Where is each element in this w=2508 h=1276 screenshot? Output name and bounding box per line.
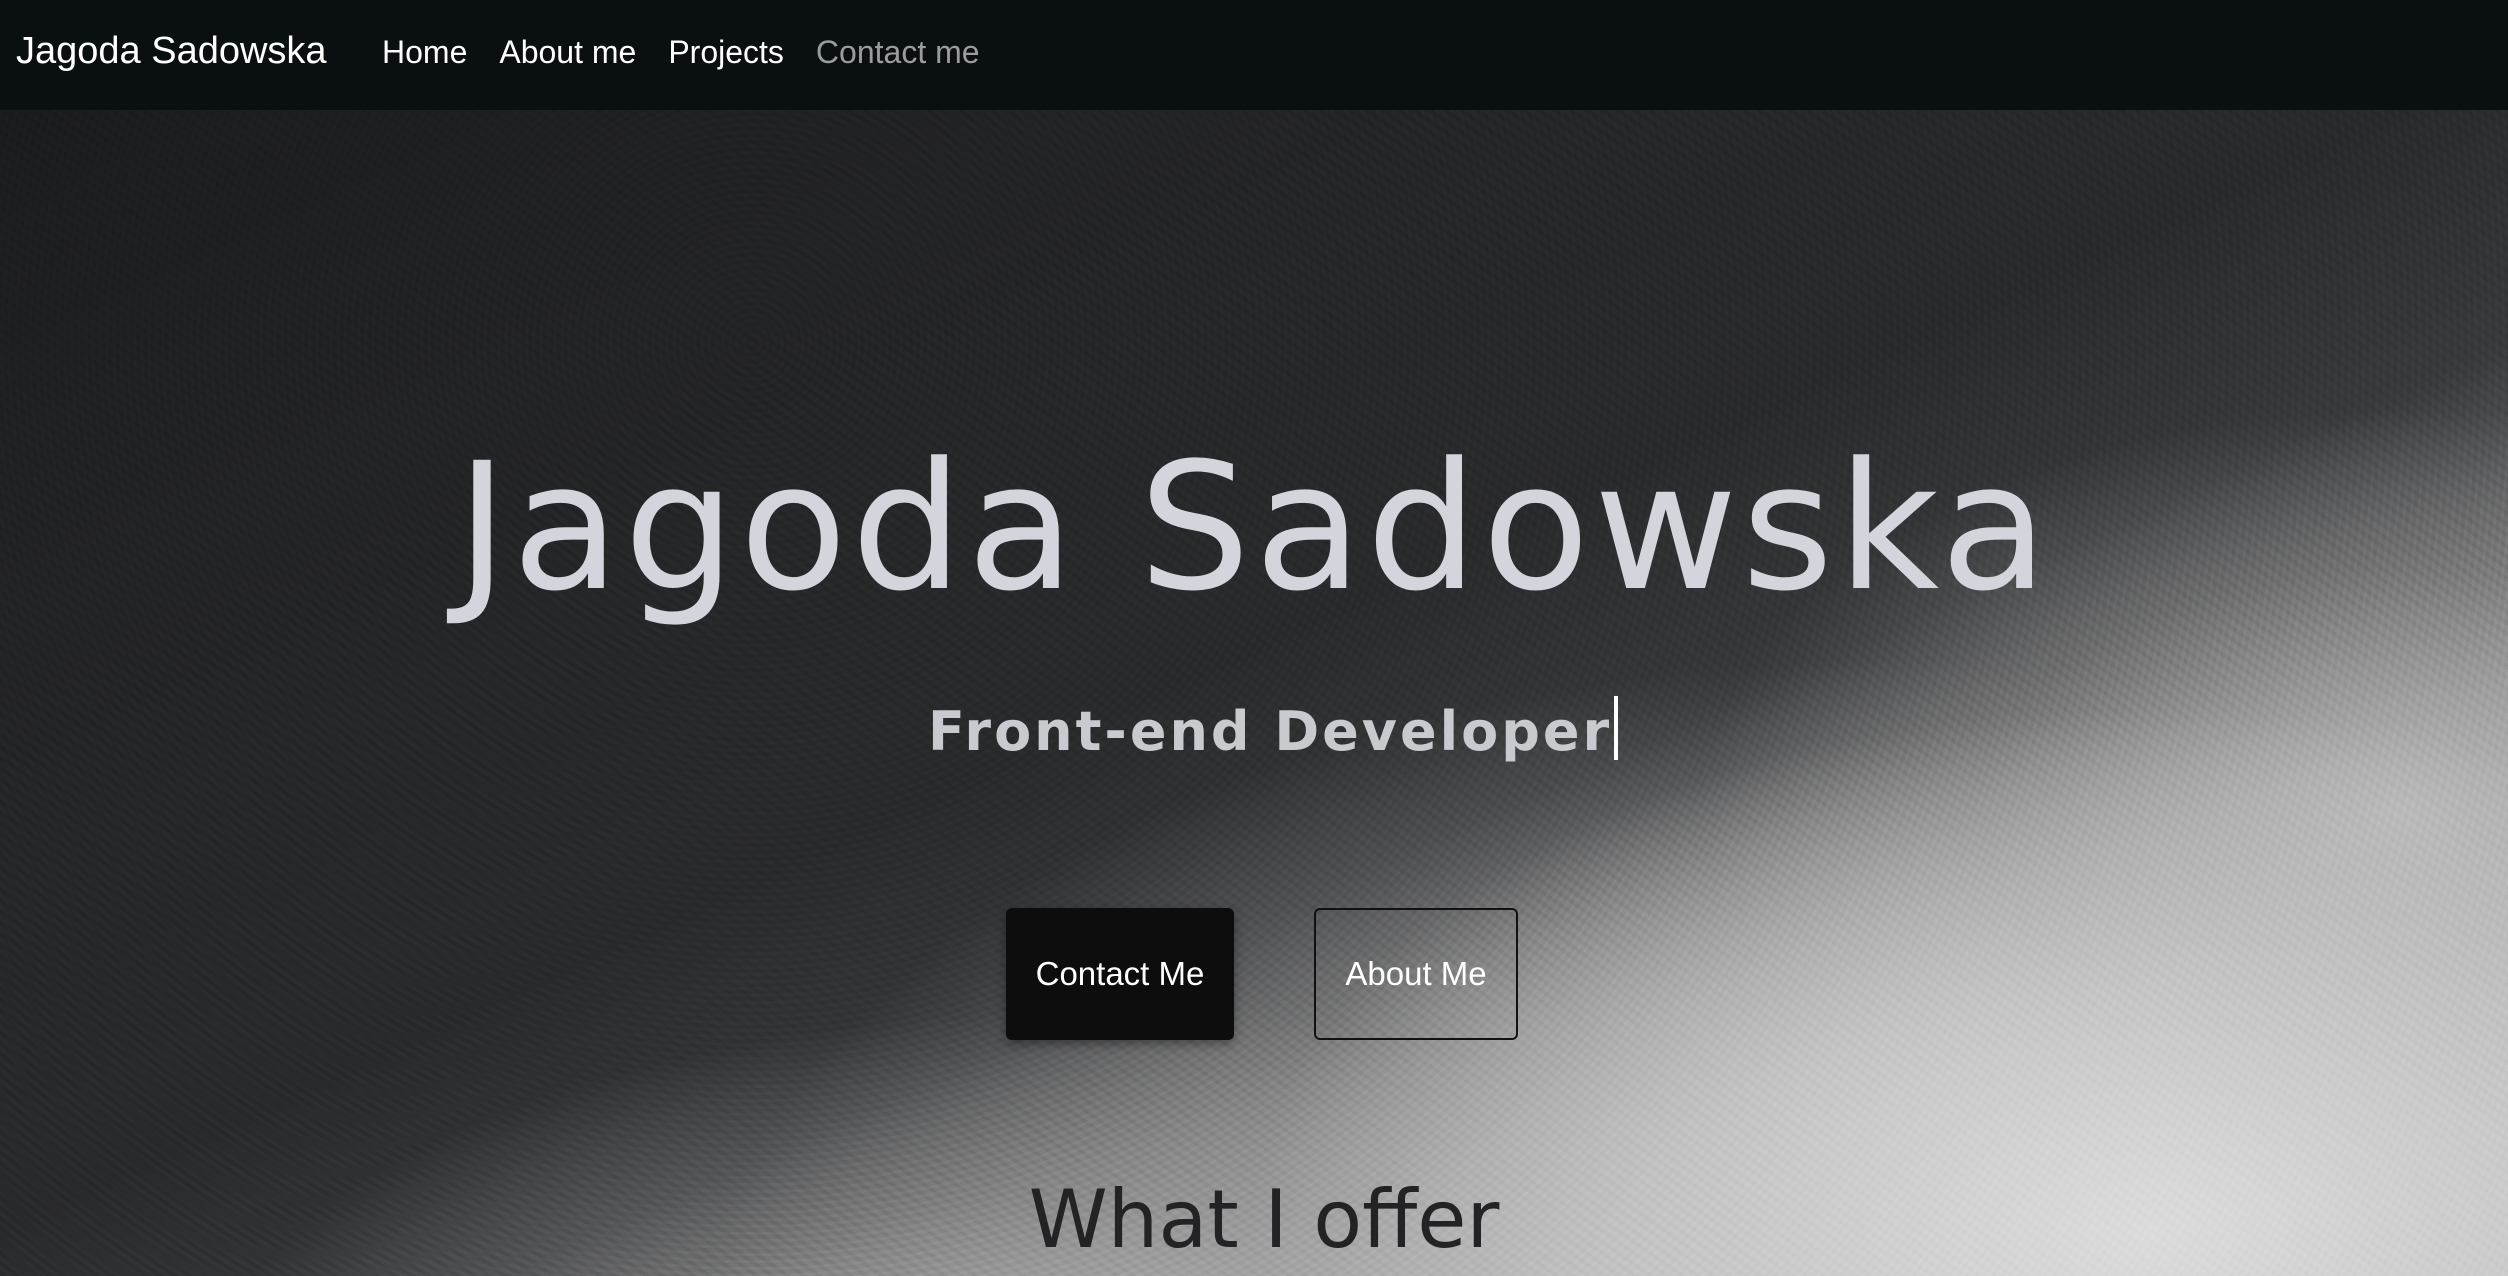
hero-subtitle: Front-end Developer [928,700,1613,763]
hero-title: Jagoda Sadowska [456,425,2052,630]
hero-section: Jagoda Sadowska Front-end Developer Cont… [0,110,2508,1276]
hero-subtitle-wrapper: Front-end Developer [928,696,1619,763]
nav-link-projects[interactable]: Projects [668,34,784,71]
nav-link-home[interactable]: Home [382,34,467,71]
nav-link-contact-me[interactable]: Contact me [816,34,980,71]
typing-cursor [1614,696,1619,760]
top-navbar: Jagoda Sadowska Home About me Projects C… [0,0,2508,110]
hero-background-image [0,110,2508,1276]
nav-link-about-me[interactable]: About me [499,34,636,71]
contact-me-button[interactable]: Contact Me [1006,908,1234,1040]
about-me-button[interactable]: About Me [1314,908,1518,1040]
what-i-offer-heading: What I offer [1028,1173,1500,1266]
brand-link[interactable]: Jagoda Sadowska [16,30,327,73]
nav-links: Home About me Projects Contact me [382,34,1012,71]
